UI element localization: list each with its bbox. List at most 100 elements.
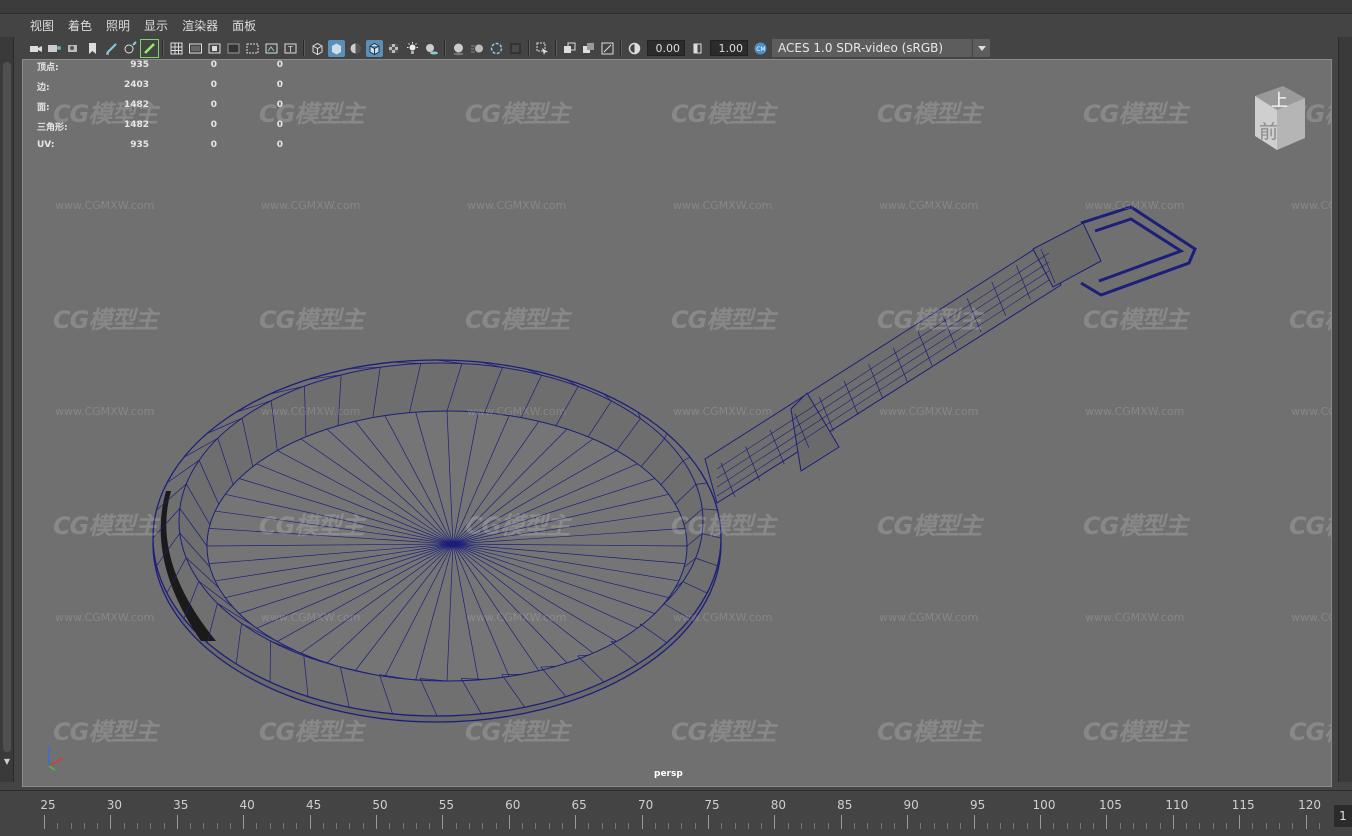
2d-pan-zoom-icon[interactable]	[122, 40, 139, 57]
frame-tick-major	[840, 815, 842, 829]
frame-tick-major	[973, 815, 975, 829]
frame-tick-label: 30	[106, 798, 123, 812]
grease-pencil-icon[interactable]	[103, 40, 120, 57]
frame-tick-minor	[694, 823, 696, 829]
hud-row: 三角形: 1482 0 0	[37, 120, 297, 140]
frame-tick-minor	[97, 823, 99, 829]
menu-lighting[interactable]: 照明	[99, 15, 137, 37]
frame-tick-label: 95	[969, 798, 986, 812]
svg-text:T: T	[287, 45, 293, 54]
screen-space-ao-icon[interactable]	[450, 40, 467, 57]
color-space-selector[interactable]: ACES 1.0 SDR-video (sRGB)	[772, 39, 972, 57]
frame-tick-major	[1040, 815, 1041, 829]
frame-tick-minor	[668, 823, 670, 829]
menu-panels[interactable]: 面板	[225, 15, 263, 37]
scroll-down-icon[interactable]: ▼	[2, 757, 12, 767]
frame-tick-minor	[349, 823, 351, 829]
hud-label: 边:	[37, 83, 50, 93]
field-chart-icon[interactable]	[244, 40, 261, 57]
frame-tick-minor	[522, 823, 524, 829]
menu-shading[interactable]: 着色	[61, 15, 99, 37]
depth-of-field-icon[interactable]	[507, 40, 524, 57]
frame-tick-minor	[283, 823, 285, 829]
frame-tick-major	[774, 815, 776, 829]
frame-tick-label: 105	[1098, 798, 1122, 812]
hud-label: 顶点:	[37, 63, 59, 73]
xray-joints-icon[interactable]	[599, 40, 616, 57]
hud-value: 0	[276, 80, 283, 90]
wireframe-on-shaded-icon[interactable]	[366, 39, 383, 57]
floor-center-pole	[450, 541, 456, 547]
frame-tick-minor	[628, 823, 630, 829]
default-material-icon[interactable]	[347, 40, 364, 57]
handle-wire-line	[716, 279, 1050, 497]
anti-aliasing-icon[interactable]	[488, 40, 505, 57]
handle-hanging-loop	[1080, 205, 1197, 297]
frame-tick-minor	[615, 823, 617, 829]
use-all-lights-icon[interactable]	[404, 40, 421, 57]
gamma-field[interactable]: 1.00	[710, 40, 748, 56]
time-ruler[interactable]: 25 30 35 40 45 50 55 60 65 70 75 80 85 90 95 100 105 110 1…	[22, 791, 1332, 831]
current-frame-field[interactable]: 1	[1334, 805, 1352, 827]
camera-select-icon[interactable]	[27, 40, 44, 57]
frame-tick-minor	[336, 823, 338, 829]
textured-icon[interactable]	[385, 40, 402, 57]
frame-tick-minor	[468, 823, 470, 829]
panel-toolbar: T 0.00 1.00 CM ACES 1.0 SDR-video (sRGB)	[22, 37, 1332, 59]
frame-tick-minor	[1132, 823, 1134, 829]
frame-tick-minor	[163, 823, 165, 829]
image-plane-icon[interactable]	[84, 40, 101, 57]
frame-tick-minor	[800, 823, 802, 829]
view-transform-icon[interactable]: CM	[752, 40, 769, 57]
toolbar-separator	[444, 40, 446, 56]
hud-label: 三角形:	[37, 123, 68, 133]
resolution-gate-icon[interactable]	[206, 40, 223, 57]
frame-tick-minor	[1026, 823, 1028, 829]
chevron-down-icon[interactable]	[972, 39, 990, 57]
grease-pencil-active-icon[interactable]	[140, 38, 159, 58]
frame-tick-minor	[588, 823, 590, 829]
frame-tick-minor	[136, 823, 138, 829]
xray-icon[interactable]	[561, 40, 578, 57]
frame-tick-minor	[561, 823, 563, 829]
frame-tick-minor	[827, 823, 829, 829]
frame-tick-minor	[256, 823, 258, 829]
hud-row: 边: 2403 0 0	[37, 80, 297, 100]
view-cube[interactable]: 上 前	[1249, 84, 1309, 154]
viewcube-top-label: 上	[1271, 91, 1288, 111]
time-slider[interactable]: 25 30 35 40 45 50 55 60 65 70 75 80 85 90 95 100 105 110 1…	[0, 790, 1352, 836]
gamma-icon[interactable]	[689, 40, 706, 57]
exposure-icon[interactable]	[626, 40, 643, 57]
hud-value: 0	[210, 80, 217, 90]
xray-active-components-icon[interactable]	[580, 40, 597, 57]
frame-tick-minor	[947, 823, 949, 829]
film-gate-icon[interactable]	[187, 40, 204, 57]
frame-tick-minor	[1279, 823, 1281, 829]
frame-tick-minor	[1252, 823, 1254, 829]
isolate-select-icon[interactable]	[534, 40, 551, 57]
gate-mask-icon[interactable]	[225, 40, 242, 57]
grid-icon[interactable]	[168, 40, 185, 57]
camera-attributes-icon[interactable]	[46, 40, 63, 57]
bookmark-icon[interactable]	[65, 40, 82, 57]
frame-tick-minor	[1186, 823, 1188, 829]
frame-tick-minor	[734, 823, 736, 829]
shadows-icon[interactable]	[423, 40, 440, 57]
frame-tick-label: 50	[372, 798, 388, 812]
hud-value: 1482	[123, 100, 149, 110]
menu-renderer[interactable]: 渲染器	[175, 15, 225, 37]
left-scrollbar[interactable]	[3, 62, 11, 752]
frame-tick-minor	[402, 823, 404, 829]
frame-tick-label: 45	[305, 798, 322, 812]
safe-action-icon[interactable]	[263, 40, 280, 57]
motion-blur-icon[interactable]	[469, 40, 486, 57]
wireframe-icon[interactable]	[309, 40, 326, 57]
3d-viewport[interactable]: CG模型主CG模型主CG模型主CG模型主CG模型主CG模型主CG模型主CG模型主…	[22, 59, 1332, 787]
exposure-field[interactable]: 0.00	[647, 40, 685, 56]
frame-tick-major	[575, 815, 577, 829]
menu-show[interactable]: 显示	[137, 15, 175, 37]
smooth-shade-icon[interactable]	[328, 39, 345, 57]
frame-tick-minor	[296, 823, 298, 829]
menu-view[interactable]: 视图	[22, 15, 61, 37]
safe-title-icon[interactable]: T	[282, 40, 299, 57]
